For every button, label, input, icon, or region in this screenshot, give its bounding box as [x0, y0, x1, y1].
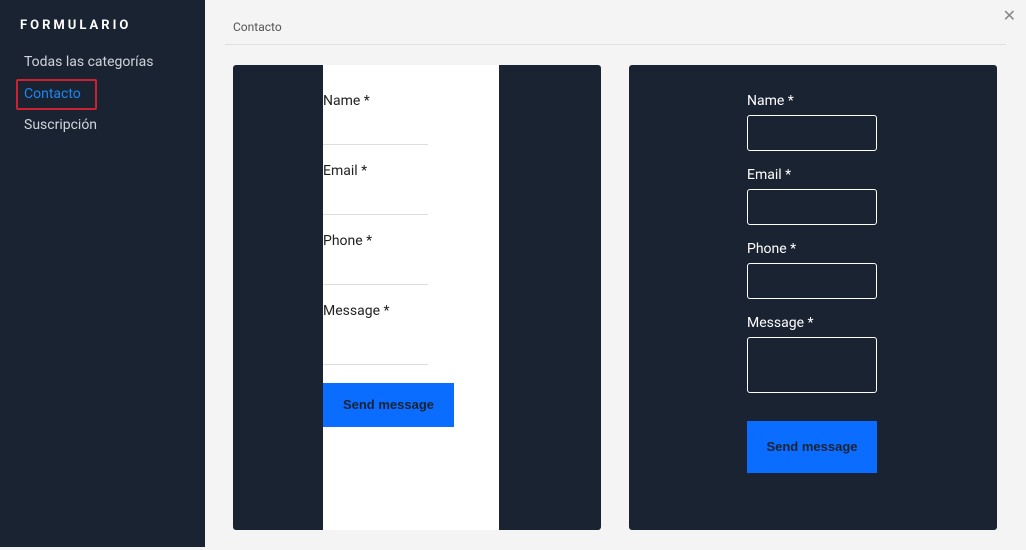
sidebar-title: FORMULARIO — [0, 18, 205, 47]
message-label: Message * — [747, 315, 997, 331]
sidebar-item-contacto[interactable]: Contacto — [16, 79, 97, 111]
main-panel: ✕ Contacto Name * Email * Phone * — [205, 0, 1026, 547]
phone-input[interactable] — [323, 255, 428, 285]
field-name: Name * — [747, 93, 997, 151]
name-input[interactable] — [323, 115, 428, 145]
template-cards: Name * Email * Phone * Message * Send me… — [205, 45, 1026, 550]
phone-input[interactable] — [747, 263, 877, 299]
message-input[interactable] — [323, 325, 428, 365]
field-message: Message * — [323, 303, 499, 365]
message-label: Message * — [323, 303, 499, 319]
name-label: Name * — [747, 93, 997, 109]
email-label: Email * — [323, 163, 499, 179]
template-card-light-form[interactable]: Name * Email * Phone * Message * Send me… — [233, 65, 601, 530]
name-input[interactable] — [747, 115, 877, 151]
phone-label: Phone * — [747, 241, 997, 257]
close-button[interactable]: ✕ — [1003, 6, 1016, 26]
contact-form-dark: Name * Email * Phone * Message * Send me… — [629, 65, 997, 473]
sidebar-item-suscripcion[interactable]: Suscripción — [0, 110, 205, 142]
email-label: Email * — [747, 167, 997, 183]
sidebar: FORMULARIO Todas las categorías Contacto… — [0, 0, 205, 547]
email-input[interactable] — [323, 185, 428, 215]
breadcrumb: Contacto — [205, 0, 1026, 44]
send-message-button[interactable]: Send message — [747, 421, 877, 473]
email-input[interactable] — [747, 189, 877, 225]
field-email: Email * — [747, 167, 997, 225]
field-name: Name * — [323, 93, 499, 145]
phone-label: Phone * — [323, 233, 499, 249]
send-message-button[interactable]: Send message — [323, 383, 454, 427]
field-phone: Phone * — [747, 241, 997, 299]
field-message: Message * — [747, 315, 997, 393]
field-email: Email * — [323, 163, 499, 215]
field-phone: Phone * — [323, 233, 499, 285]
close-icon: ✕ — [1003, 8, 1016, 25]
sidebar-item-all-categories[interactable]: Todas las categorías — [0, 47, 205, 79]
contact-form-light: Name * Email * Phone * Message * Send me… — [323, 65, 499, 530]
name-label: Name * — [323, 93, 499, 109]
template-card-dark-form[interactable]: Name * Email * Phone * Message * Send me… — [629, 65, 997, 530]
message-input[interactable] — [747, 337, 877, 393]
